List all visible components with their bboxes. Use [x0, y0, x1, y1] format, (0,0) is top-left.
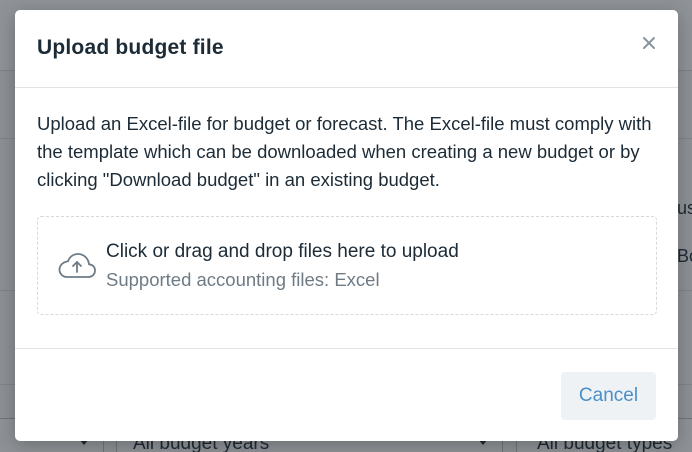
- dropzone-title: Click or drag and drop files here to upl…: [106, 241, 459, 262]
- upload-description: Upload an Excel-file for budget or forec…: [37, 113, 652, 190]
- background-cell: Bo: [677, 246, 692, 266]
- cancel-button[interactable]: Cancel: [561, 372, 656, 420]
- close-icon: [643, 37, 655, 49]
- upload-budget-modal: Upload budget file Upload an Excel-file …: [15, 10, 678, 441]
- modal-body: Upload an Excel-file for budget or forec…: [15, 88, 678, 348]
- file-dropzone[interactable]: Click or drag and drop files here to upl…: [37, 216, 657, 315]
- cloud-upload-icon: [58, 253, 96, 278]
- modal-footer: Cancel: [15, 348, 678, 441]
- modal-title: Upload budget file: [37, 36, 224, 59]
- close-button[interactable]: [640, 34, 658, 52]
- background-column-header: usi: [677, 198, 692, 218]
- dropzone-subtitle: Supported accounting files: Excel: [106, 269, 380, 290]
- modal-header: Upload budget file: [15, 10, 678, 88]
